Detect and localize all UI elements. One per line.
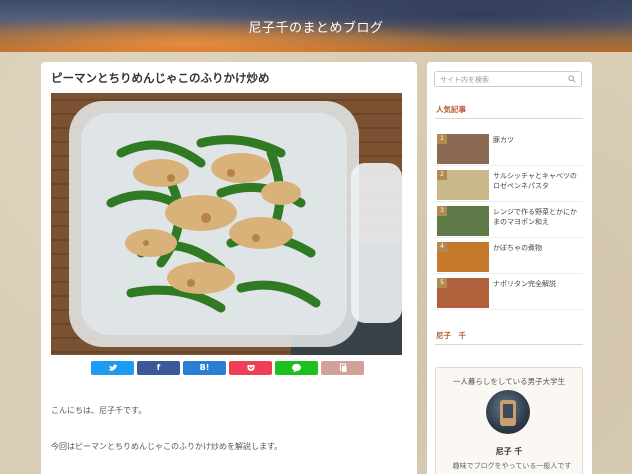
site-header: 尼子千のまとめブログ <box>0 0 632 52</box>
copy-icon <box>339 363 346 372</box>
hatena-bookmark-icon: B! <box>199 363 210 372</box>
main-article: ピーマンとちりめんじゃこのふりかけ炒め f B! こんにちは、尼子千です。 今回… <box>41 62 417 474</box>
search-placeholder: サイト内を検索 <box>440 76 489 84</box>
popular-item[interactable]: 4 かぼちゃの煮物 <box>435 240 583 274</box>
avatar-photo <box>500 400 516 426</box>
popular-title[interactable]: かぼちゃの煮物 <box>493 243 581 253</box>
popular-title[interactable]: ナポリタン完全解説 <box>493 279 581 289</box>
popular-title[interactable]: レンジで作る野菜とかにかまのマヨポン和え <box>493 207 581 227</box>
divider <box>435 118 583 119</box>
popular-title[interactable]: サルシッチャとキャベツのロゼペンネパスタ <box>493 171 581 191</box>
pocket-icon <box>247 365 254 371</box>
share-twitter-button[interactable] <box>91 361 134 375</box>
share-hatena-button[interactable]: B! <box>183 361 226 375</box>
facebook-icon: f <box>156 363 161 372</box>
post-title: ピーマンとちりめんじゃこのふりかけ炒め <box>51 71 270 85</box>
search-icon[interactable] <box>568 75 576 83</box>
popular-thumbnail: 5 <box>437 278 489 308</box>
twitter-bird-icon <box>108 364 117 371</box>
search-input[interactable]: サイト内を検索 <box>434 71 582 87</box>
share-pocket-button[interactable] <box>229 361 272 375</box>
profile-description: 趣味でブログをやっている一般人です <box>452 462 572 470</box>
popular-thumbnail: 2 <box>437 170 489 200</box>
rank-badge: 2 <box>437 170 447 180</box>
divider <box>435 344 583 345</box>
avatar <box>486 390 530 434</box>
popular-posts-heading: 人気記事 <box>436 105 466 114</box>
sidebar: サイト内を検索 人気記事 1 豚カツ 2 サルシッチャとキャベツのロゼペンネパス… <box>427 62 592 474</box>
popular-item[interactable]: 1 豚カツ <box>435 132 583 166</box>
popular-thumbnail: 4 <box>437 242 489 272</box>
rank-badge: 5 <box>437 278 447 288</box>
food-photo-illustration <box>51 93 402 355</box>
popular-thumbnail: 1 <box>437 134 489 164</box>
share-line-button[interactable] <box>275 361 318 375</box>
popular-item[interactable]: 2 サルシッチャとキャベツのロゼペンネパスタ <box>435 168 583 202</box>
profile-tagline: 一人暮らしをしている男子大学生 <box>452 377 566 386</box>
line-icon <box>292 363 301 373</box>
post-paragraph-intro: 今回はピーマンとちりめんじゃこのふりかけ炒めを解説します。 <box>51 442 283 451</box>
share-copy-button[interactable] <box>321 361 364 375</box>
share-facebook-button[interactable]: f <box>137 361 180 375</box>
rank-badge: 3 <box>437 206 447 216</box>
rank-badge: 4 <box>437 242 447 252</box>
profile-name: 尼子 千 <box>495 447 523 456</box>
author-heading: 尼子 千 <box>436 331 466 340</box>
profile-card: 一人暮らしをしている男子大学生 尼子 千 趣味でブログをやっている一般人です <box>435 367 583 474</box>
popular-item[interactable]: 3 レンジで作る野菜とかにかまのマヨポン和え <box>435 204 583 238</box>
popular-title[interactable]: 豚カツ <box>493 135 581 145</box>
popular-thumbnail: 3 <box>437 206 489 236</box>
popular-item[interactable]: 5 ナポリタン完全解説 <box>435 276 583 310</box>
rank-badge: 1 <box>437 134 447 144</box>
post-paragraph-greeting: こんにちは、尼子千です。 <box>51 406 147 415</box>
post-featured-image <box>51 93 402 355</box>
site-title[interactable]: 尼子千のまとめブログ <box>0 17 632 36</box>
